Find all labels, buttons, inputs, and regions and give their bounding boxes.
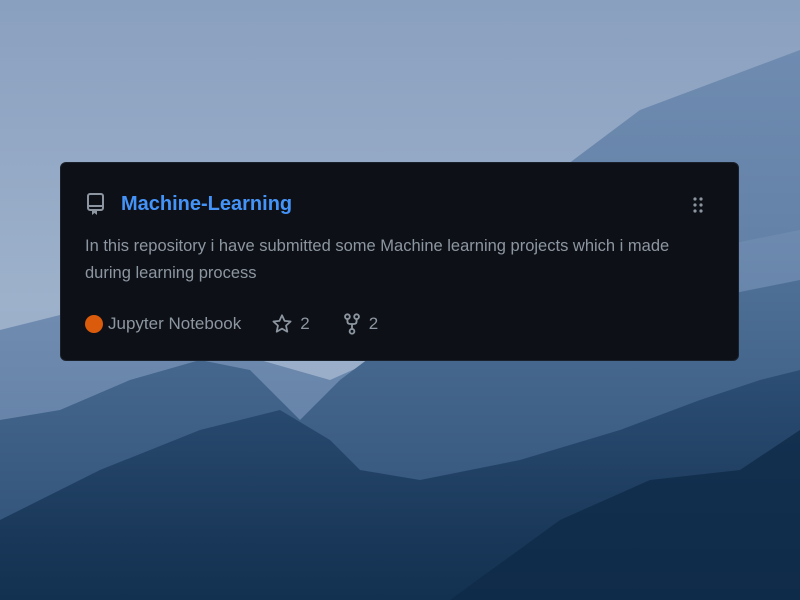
repo-book-icon [87, 193, 104, 215]
stars-link[interactable]: 2 [271, 313, 310, 335]
language-name: Jupyter Notebook [108, 314, 242, 333]
forks-link[interactable]: 2 [342, 313, 378, 335]
language-info: Jupyter Notebook [85, 314, 241, 334]
forks-count: 2 [368, 314, 379, 333]
drag-grip-icon[interactable] [690, 195, 706, 215]
language-color-dot [85, 315, 103, 333]
repo-meta: Jupyter Notebook 2 2 [85, 311, 378, 337]
star-icon [272, 314, 292, 333]
stars-count: 2 [300, 314, 310, 333]
repo-description: In this repository i have submitted some… [85, 237, 670, 282]
repo-name-link[interactable]: Machine-Learning [121, 191, 292, 217]
fork-icon [343, 313, 360, 335]
